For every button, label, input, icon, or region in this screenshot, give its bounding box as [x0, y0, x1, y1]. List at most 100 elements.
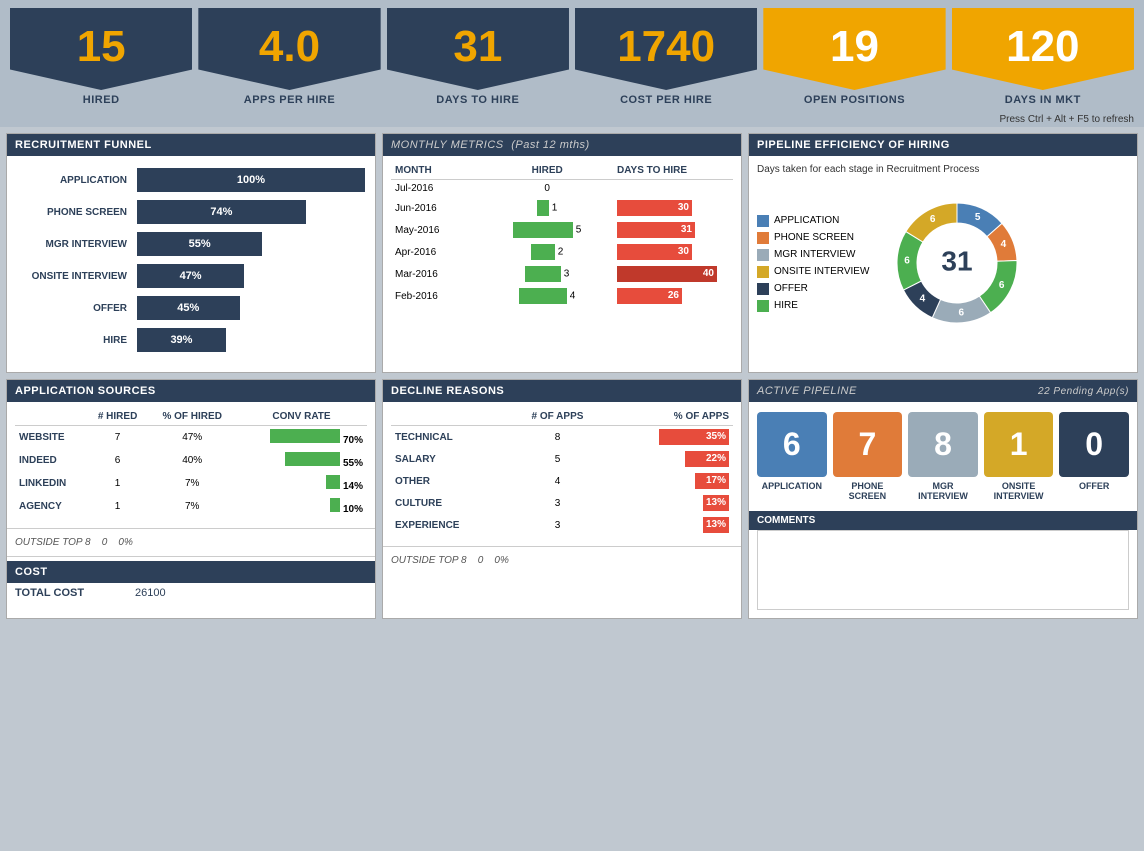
days-bar: 31: [617, 222, 695, 238]
funnel-row: MGR INTERVIEW 55%: [17, 232, 365, 256]
decline-row: TECHNICAL 8 35%: [391, 426, 733, 449]
decline-row: OTHER 4 17%: [391, 470, 733, 492]
pipeline-box-label: PHONE SCREEN: [833, 481, 903, 501]
legend-label: PHONE SCREEN: [774, 232, 854, 243]
monthly-row: Jul-2016 0: [391, 180, 733, 198]
sources-table: # HIRED % OF HIRED CONV RATE WEBSITE 7 4…: [15, 408, 367, 518]
decline-bar: 35%: [659, 429, 729, 445]
funnel-row: PHONE SCREEN 74%: [17, 200, 365, 224]
pipeline-box-label: OFFER: [1079, 481, 1110, 491]
decline-reason: TECHNICAL: [391, 426, 509, 449]
conv-bar: [326, 475, 340, 489]
decline-row: CULTURE 3 13%: [391, 492, 733, 514]
source-conv: 14%: [236, 472, 367, 495]
source-name: INDEED: [15, 449, 87, 472]
sources-row: WEBSITE 7 47% 70%: [15, 426, 367, 450]
funnel-bar-wrap: 55%: [137, 232, 365, 256]
monthly-content: MONTH HIRED DAYS TO HIRE Jul-2016 0 Jun-…: [383, 156, 741, 313]
outside-hired: 0: [102, 537, 108, 548]
funnel-bar-wrap: 45%: [137, 296, 365, 320]
funnel-bar: 39%: [137, 328, 226, 352]
kpi-label: DAYS IN MKT: [1005, 90, 1081, 112]
legend-dot: [757, 300, 769, 312]
conv-pct: 14%: [343, 481, 363, 492]
month-col-header: MONTH: [391, 162, 481, 180]
outside-pct: 0%: [118, 537, 132, 548]
sources-panel: APPLICATION SOURCES # HIRED % OF HIRED C…: [6, 379, 376, 619]
pipeline-box-num: 8: [908, 412, 978, 477]
kpi-label: APPS PER HIRE: [244, 90, 335, 112]
pipeline-box-label: APPLICATION: [762, 481, 822, 491]
funnel-bar-wrap: 39%: [137, 328, 365, 352]
conv-bar: [330, 498, 340, 512]
pipeline-body: APPLICATION PHONE SCREEN MGR INTERVIEW O…: [757, 183, 1129, 343]
decl-col-2: # OF APPS: [509, 408, 606, 426]
active-header: ACTIVE PIPELINE 22 Pending App(s): [749, 380, 1137, 402]
svg-text:6: 6: [959, 307, 965, 318]
kpi-value: 1740: [575, 8, 757, 90]
pipeline-box-num: 6: [757, 412, 827, 477]
legend-item: APPLICATION: [757, 215, 869, 227]
funnel-row-label: PHONE SCREEN: [17, 207, 137, 218]
monthly-days: 30: [613, 197, 733, 219]
pipeline-subtitle: Days taken for each stage in Recruitment…: [757, 164, 1129, 175]
decline-reason: EXPERIENCE: [391, 514, 509, 536]
decline-outside-pct: 0%: [494, 555, 508, 566]
legend-label: MGR INTERVIEW: [774, 249, 855, 260]
cost-header: COST: [7, 561, 375, 583]
monthly-month: Mar-2016: [391, 263, 481, 285]
funnel-bar-wrap: 74%: [137, 200, 365, 224]
donut-chart: 5466466 31: [877, 183, 1037, 343]
kpi-label: COST PER HIRE: [620, 90, 712, 112]
svg-text:5: 5: [975, 212, 981, 223]
source-pct: 47%: [148, 426, 236, 450]
decline-pct: 17%: [606, 470, 733, 492]
conv-bar: [270, 429, 340, 443]
row-1: RECRUITMENT FUNNEL APPLICATION 100% PHON…: [6, 133, 1138, 373]
refresh-note: Press Ctrl + Alt + F5 to refresh: [0, 112, 1144, 127]
decline-reason: CULTURE: [391, 492, 509, 514]
conv-pct: 10%: [343, 504, 363, 515]
decline-header: DECLINE REASONS: [383, 380, 741, 402]
sources-outside-row: OUTSIDE TOP 8 0 0%: [7, 533, 375, 552]
active-panel: ACTIVE PIPELINE 22 Pending App(s) 6 APPL…: [748, 379, 1138, 619]
kpi-card: 15HIRED: [10, 8, 192, 112]
funnel-row-label: APPLICATION: [17, 175, 137, 186]
monthly-days: 26: [613, 285, 733, 307]
funnel-row-label: ONSITE INTERVIEW: [17, 271, 137, 282]
pipeline-panel: PIPELINE EFFICIENCY OF HIRING Days taken…: [748, 133, 1138, 373]
main-content: RECRUITMENT FUNNEL APPLICATION 100% PHON…: [0, 127, 1144, 625]
monthly-month: Apr-2016: [391, 241, 481, 263]
source-hired: 1: [87, 472, 149, 495]
hired-bar: [519, 288, 567, 304]
funnel-row: APPLICATION 100%: [17, 168, 365, 192]
kpi-value: 120: [952, 8, 1134, 90]
legend-label: OFFER: [774, 283, 808, 294]
legend-dot: [757, 266, 769, 278]
decline-row: SALARY 5 22%: [391, 448, 733, 470]
svg-text:6: 6: [905, 256, 911, 267]
decline-pct: 13%: [606, 514, 733, 536]
legend-dot: [757, 283, 769, 295]
decline-bar: 22%: [685, 451, 729, 467]
funnel-header: RECRUITMENT FUNNEL: [7, 134, 375, 156]
monthly-month: May-2016: [391, 219, 481, 241]
comments-body: [757, 530, 1129, 610]
source-name: AGENCY: [15, 495, 87, 518]
conv-pct: 55%: [343, 458, 363, 469]
source-pct: 7%: [148, 472, 236, 495]
legend-dot: [757, 215, 769, 227]
pipeline-boxes: 6 APPLICATION 7 PHONE SCREEN 8 MGR INTER…: [749, 402, 1137, 511]
sources-row: INDEED 6 40% 55%: [15, 449, 367, 472]
svg-text:4: 4: [920, 294, 926, 305]
comments-header: COMMENTS: [749, 511, 1137, 530]
monthly-days: 40: [613, 263, 733, 285]
cost-total-label: TOTAL COST: [15, 587, 135, 599]
kpi-label: DAYS TO HIRE: [436, 90, 519, 112]
legend-item: OFFER: [757, 283, 869, 295]
decline-outside-row: OUTSIDE TOP 8 0 0%: [383, 551, 741, 570]
kpi-card: 120DAYS IN MKT: [952, 8, 1134, 112]
funnel-bar: 45%: [137, 296, 240, 320]
funnel-bar-wrap: 47%: [137, 264, 365, 288]
hired-bar: [513, 222, 573, 238]
